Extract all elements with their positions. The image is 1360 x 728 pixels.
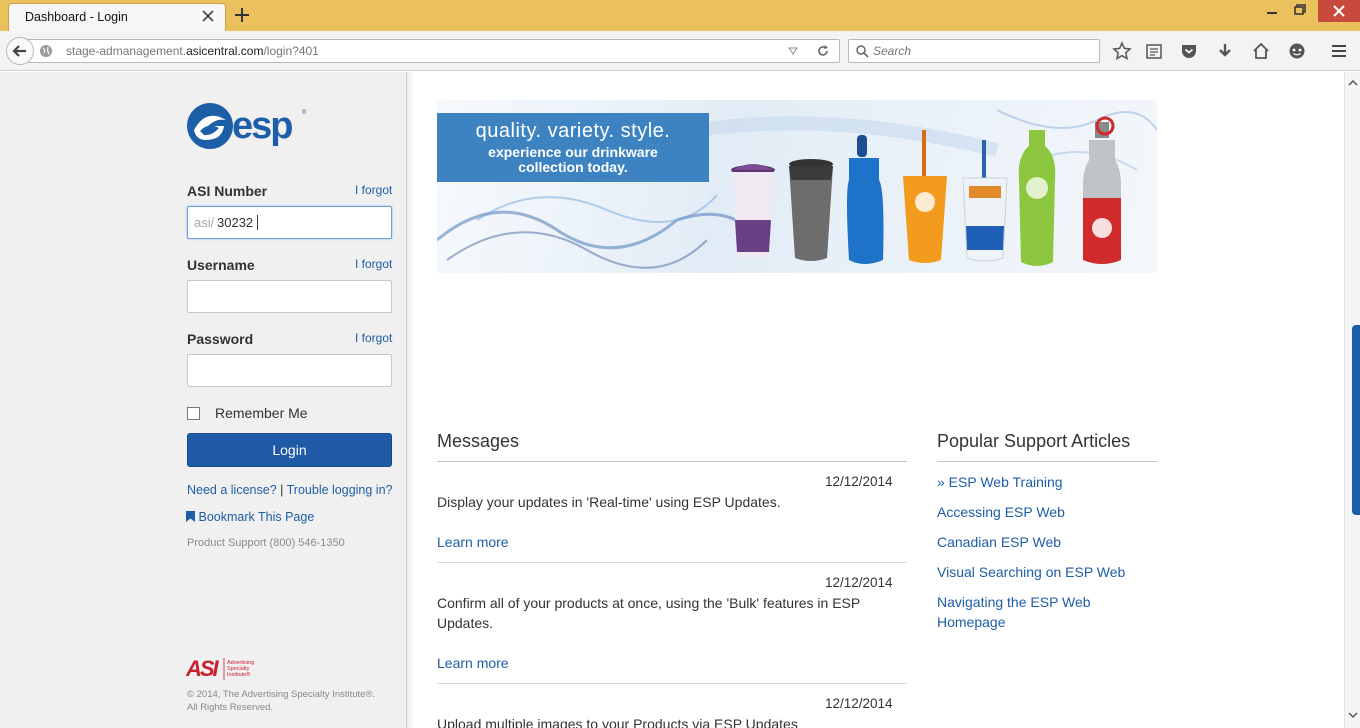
text-caret — [257, 215, 258, 230]
home-icon[interactable] — [1251, 41, 1271, 61]
window-close-icon[interactable] — [1318, 0, 1360, 22]
forgot-asi-link[interactable]: I forgot — [355, 183, 392, 197]
chat-icon[interactable] — [1287, 41, 1307, 61]
reload-icon[interactable] — [816, 44, 830, 58]
url-prefix: stage-admanagement. — [66, 44, 187, 58]
remember-me-checkbox[interactable] — [187, 407, 200, 420]
svg-text:®: ® — [302, 109, 307, 116]
login-button[interactable]: Login — [187, 433, 392, 467]
tab-title: Dashboard - Login — [25, 10, 128, 24]
pocket-icon[interactable] — [1179, 41, 1199, 61]
username-input[interactable] — [187, 280, 392, 313]
svg-text:Institute®: Institute® — [227, 671, 250, 678]
search-icon — [856, 45, 869, 58]
scroll-down-icon[interactable] — [1345, 708, 1360, 722]
drinkware-banner[interactable]: quality. variety. style. experience our … — [437, 100, 1157, 273]
article-canadian-esp-web[interactable]: Canadian ESP Web — [937, 532, 1137, 552]
svg-text:esp: esp — [232, 105, 292, 147]
messages-divider — [437, 461, 907, 462]
copyright-line-2: All Rights Reserved. — [187, 702, 274, 713]
copyright-line-1: © 2014, The Advertising Specialty Instit… — [187, 689, 376, 700]
asi-prefix: asi/ — [194, 215, 215, 230]
scroll-up-icon[interactable] — [1345, 76, 1360, 90]
login-panel: esp ® ASI Number I forgot asi/ 30232 Use… — [0, 72, 414, 728]
asi-logo: ASI Advertising Specialty Institute® — [186, 656, 254, 681]
scrollbar-thumb[interactable] — [1352, 325, 1360, 515]
bookmark-icon — [186, 511, 195, 522]
message-text: Upload multiple images to your Products … — [437, 716, 798, 728]
url-bar[interactable]: stage-admanagement.asicentral.com/login?… — [26, 39, 840, 63]
reading-list-icon[interactable] — [1144, 41, 1164, 61]
copyright-text: © 2014, The Advertising Specialty Instit… — [187, 688, 397, 714]
product-support-text: Product Support (800) 546-1350 — [187, 537, 345, 549]
menu-icon[interactable] — [1329, 41, 1349, 61]
star-icon[interactable] — [1112, 41, 1132, 61]
dropdown-icon[interactable] — [788, 46, 798, 56]
help-links: Need a license? | Trouble logging in? — [187, 483, 392, 497]
back-arrow-icon — [12, 45, 26, 57]
globe-icon — [40, 45, 52, 57]
bookmark-page-link[interactable]: Bookmark This Page — [186, 510, 314, 524]
username-label: Username — [187, 257, 255, 273]
trouble-logging-in-link[interactable]: Trouble logging in? — [287, 483, 393, 497]
article-visual-searching[interactable]: Visual Searching on ESP Web — [937, 562, 1137, 582]
restore-icon[interactable] — [1286, 0, 1314, 22]
article-accessing-esp-web[interactable]: Accessing ESP Web — [937, 502, 1137, 522]
url-domain: asicentral.com — [186, 44, 264, 58]
minimize-icon[interactable] — [1258, 0, 1286, 22]
message-text: Confirm all of your products at once, us… — [437, 595, 860, 631]
learn-more-link[interactable]: Learn more — [437, 655, 509, 671]
search-bar[interactable] — [848, 39, 1100, 63]
support-articles-divider — [937, 461, 1157, 462]
remember-me-label[interactable]: Remember Me — [215, 405, 308, 421]
esp-logo: esp ® — [187, 103, 307, 149]
password-input[interactable] — [187, 354, 392, 387]
url-path: /login?401 — [263, 44, 319, 58]
search-input[interactable] — [873, 42, 1093, 60]
forgot-username-link[interactable]: I forgot — [355, 257, 392, 271]
password-label: Password — [187, 331, 254, 347]
message-date: 12/12/2014 — [825, 696, 893, 711]
browser-tab[interactable]: Dashboard - Login — [8, 3, 226, 31]
article-esp-web-training[interactable]: » ESP Web Training — [937, 472, 1137, 492]
asi-number-label: ASI Number — [187, 183, 268, 199]
navigation-bar: stage-admanagement.asicentral.com/login?… — [0, 31, 1360, 71]
messages-title: Messages — [437, 431, 520, 451]
bookmark-label: Bookmark This Page — [198, 510, 315, 524]
asi-number-input[interactable]: asi/ 30232 — [187, 206, 392, 239]
drinkware-products-image — [731, 116, 1121, 266]
need-license-link[interactable]: Need a license? — [187, 483, 277, 497]
back-button[interactable] — [6, 37, 34, 65]
learn-more-link[interactable]: Learn more — [437, 534, 509, 550]
message-divider — [437, 562, 907, 563]
close-icon[interactable] — [201, 9, 215, 23]
link-separator: | — [276, 483, 287, 497]
new-tab-icon[interactable] — [234, 7, 250, 23]
message-text: Display your updates in 'Real-time' usin… — [437, 494, 781, 510]
message-date: 12/12/2014 — [825, 474, 893, 489]
asi-number-value: 30232 — [217, 215, 254, 230]
message-divider — [437, 683, 907, 684]
url-text[interactable]: stage-admanagement.asicentral.com/login?… — [66, 44, 319, 58]
article-navigating-homepage[interactable]: Navigating the ESP Web Homepage — [937, 592, 1137, 632]
forgot-password-link[interactable]: I forgot — [355, 331, 392, 345]
download-icon[interactable] — [1215, 41, 1235, 61]
browser-titlebar: Dashboard - Login — [0, 0, 1360, 31]
message-date: 12/12/2014 — [825, 575, 893, 590]
support-articles-title: Popular Support Articles — [937, 431, 1131, 451]
svg-text:ASI: ASI — [186, 656, 220, 681]
